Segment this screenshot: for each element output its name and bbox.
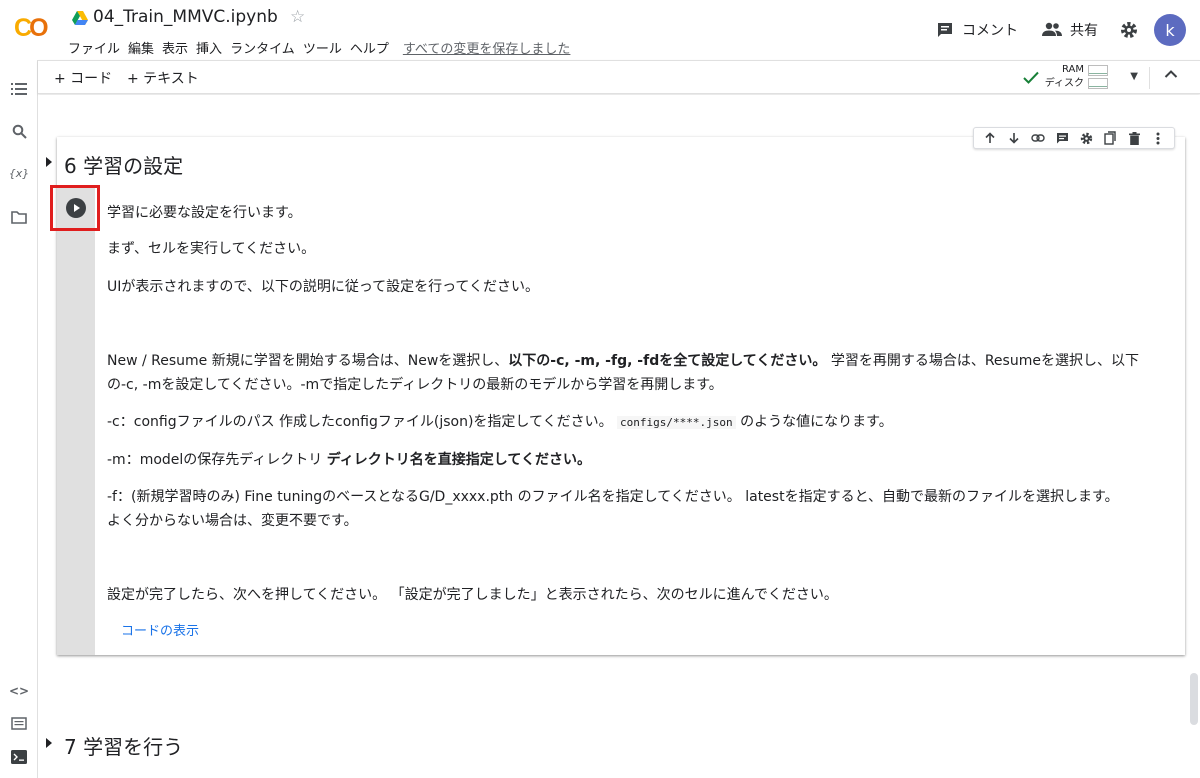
- terminal-icon[interactable]: [10, 748, 28, 766]
- google-drive-icon[interactable]: [72, 11, 88, 25]
- user-avatar[interactable]: k: [1154, 14, 1186, 46]
- collapse-header-icon[interactable]: [1164, 69, 1178, 79]
- share-button[interactable]: 共有: [1042, 20, 1098, 40]
- cell-text-p7: -f：(新規学習時のみ) Fine tuningのベースとなるG/D_xxxx.…: [107, 489, 1119, 505]
- p6-text-a: -m：modelの保存先ディレクトリ: [107, 452, 327, 468]
- delete-icon[interactable]: [1124, 128, 1144, 148]
- cell-text-p7-line2: よく分からない場合は、変更不要です。: [107, 513, 358, 529]
- add-code-button[interactable]: + コード: [54, 68, 112, 88]
- section-heading: 6 学習の設定: [64, 154, 184, 178]
- variables-icon[interactable]: {x}: [9, 164, 30, 182]
- menu-tools[interactable]: ツール: [303, 38, 342, 57]
- cell-gutter: [57, 187, 95, 655]
- search-icon[interactable]: [10, 122, 28, 140]
- menu-edit[interactable]: 編集: [128, 38, 154, 57]
- connected-check-icon: [1022, 71, 1039, 84]
- table-of-contents-icon[interactable]: [10, 80, 28, 98]
- resource-bars: [1088, 64, 1108, 91]
- colab-app: CO 04_Train_MMVC.ipynb ☆ ファイル 編集 表示 挿入 ラ…: [0, 0, 1200, 778]
- cell-text-p4: New / Resume 新規に学習を開始する場合は、Newを選択し、以下の-c…: [107, 350, 1139, 372]
- more-options-icon[interactable]: [1148, 128, 1168, 148]
- cell-text-p5: -c：configファイルのパス 作成したconfigファイル(json)を指定…: [107, 411, 893, 434]
- comment-icon: [938, 23, 952, 37]
- scrollbar-track[interactable]: [1188, 95, 1200, 778]
- section-collapse-arrow-icon[interactable]: [46, 157, 52, 167]
- top-header: CO 04_Train_MMVC.ipynb ☆ ファイル 編集 表示 挿入 ラ…: [0, 0, 1200, 60]
- menu-runtime[interactable]: ランタイム: [230, 38, 295, 57]
- notebook-toolbar: + コード + テキスト RAM ディスク ▼: [38, 60, 1200, 94]
- cell-settings-icon[interactable]: [1076, 128, 1096, 148]
- settings-gear-icon[interactable]: [1120, 21, 1138, 39]
- menu-bar: ファイル 編集 表示 挿入 ランタイム ツール ヘルプ すべての変更を保存しまし…: [68, 38, 570, 57]
- p4-text-c: 学習を再開する場合は、Resumeを選択し、以下: [826, 353, 1139, 369]
- menu-help[interactable]: ヘルプ: [350, 38, 389, 57]
- comment-label: コメント: [962, 23, 1018, 39]
- comment-button[interactable]: コメント: [936, 20, 1018, 40]
- colab-logo[interactable]: CO: [14, 14, 54, 42]
- notebook-title[interactable]: 04_Train_MMVC.ipynb: [93, 7, 278, 27]
- move-up-icon[interactable]: [980, 128, 1000, 148]
- cell-text-p2: まず、セルを実行してください。: [107, 241, 316, 257]
- resource-labels: RAM ディスク: [1045, 63, 1084, 91]
- folder-icon[interactable]: [10, 208, 28, 226]
- add-text-button[interactable]: + テキスト: [127, 68, 199, 88]
- menu-file[interactable]: ファイル: [68, 38, 120, 57]
- next-section-heading: 7 学習を行う: [64, 735, 184, 759]
- cell-toolbar: [973, 127, 1175, 149]
- left-rail: {x} <>: [0, 60, 38, 778]
- p4-text-bold: 以下の-c, -m, -fg, -fdを全て設定してください。: [508, 353, 827, 369]
- disk-label: ディスク: [1044, 78, 1084, 89]
- mirror-cell-icon[interactable]: [1100, 128, 1120, 148]
- ram-label: RAM: [1061, 64, 1084, 75]
- menu-view[interactable]: 表示: [162, 38, 188, 57]
- scrollbar-thumb[interactable]: [1190, 673, 1198, 725]
- share-label: 共有: [1070, 23, 1098, 39]
- cell-text-p4-line2: の-c, -mを設定してください。-mで指定したディレクトリの最新のモデルから学…: [107, 377, 723, 393]
- link-icon[interactable]: [1028, 128, 1048, 148]
- menu-insert[interactable]: 挿入: [196, 38, 222, 57]
- p4-text-a: New / Resume 新規に学習を開始する場合は、Newを選択し、: [107, 353, 509, 369]
- resource-monitor[interactable]: RAM ディスク: [1022, 63, 1108, 91]
- p5-text-c: のような値になります。: [735, 414, 893, 430]
- star-icon[interactable]: ☆: [290, 7, 305, 27]
- add-comment-icon[interactable]: [1052, 128, 1072, 148]
- show-code-link[interactable]: コードの表示: [121, 620, 199, 639]
- disk-usage-bar: [1088, 77, 1108, 89]
- cell-text-p3: UIが表示されますので、以下の説明に従って設定を行ってください。: [107, 279, 539, 295]
- p5-inline-code: configs/****.json: [617, 416, 736, 429]
- save-status-link[interactable]: すべての変更を保存しました: [403, 38, 571, 57]
- resource-dropdown-icon[interactable]: ▼: [1130, 71, 1138, 82]
- ram-usage-bar: [1088, 64, 1108, 76]
- people-icon: [1042, 22, 1062, 36]
- toolbar-divider: [1149, 67, 1150, 89]
- cell-text-p6: -m：modelの保存先ディレクトリ ディレクトリ名を直接指定してください。: [107, 449, 591, 471]
- run-button-highlight: [50, 185, 100, 231]
- p5-text-a: -c：configファイルのパス 作成したconfigファイル(json)を指定…: [107, 414, 618, 430]
- command-palette-icon[interactable]: [10, 714, 28, 732]
- cell-text-p8: 設定が完了したら、次へを押してください。 「設定が完了しました」と表示されたら、…: [107, 587, 838, 603]
- header-actions: コメント 共有 k: [912, 14, 1186, 46]
- cell-text-p1: 学習に必要な設定を行います。: [107, 205, 302, 221]
- code-snippets-icon[interactable]: <>: [9, 682, 29, 700]
- next-section-arrow-icon[interactable]: [46, 738, 52, 748]
- p6-text-bold: ディレクトリ名を直接指定してください。: [326, 452, 591, 468]
- move-down-icon[interactable]: [1004, 128, 1024, 148]
